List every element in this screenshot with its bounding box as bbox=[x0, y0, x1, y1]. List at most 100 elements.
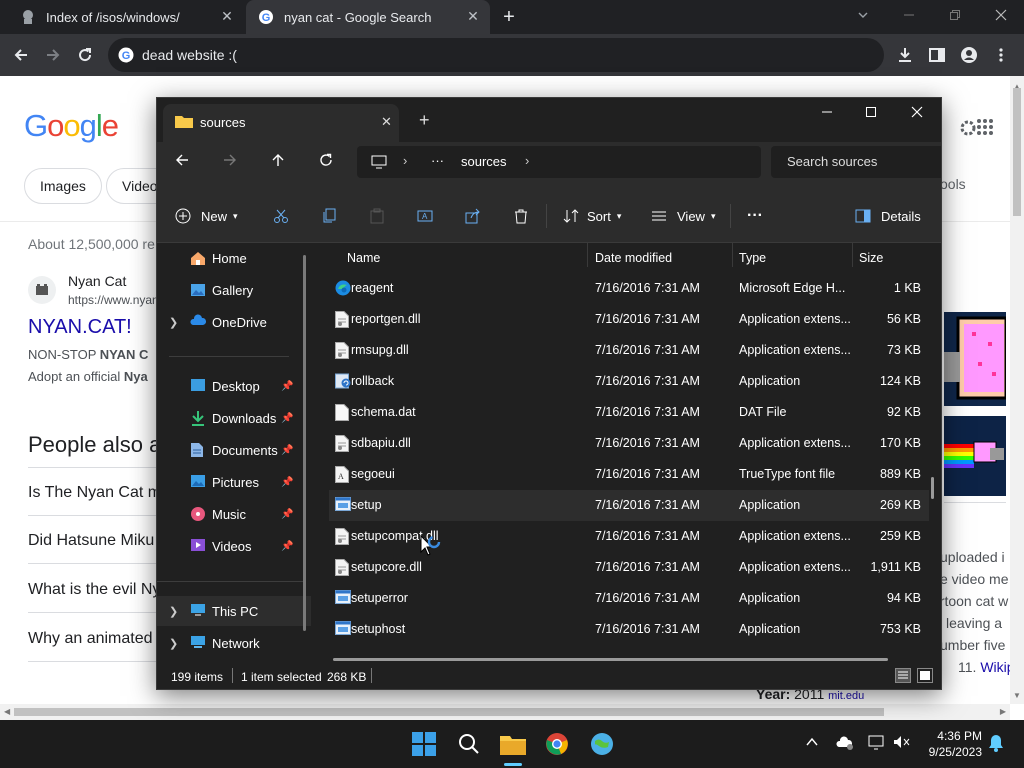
nav-gallery[interactable]: Gallery bbox=[157, 275, 311, 305]
search-input[interactable]: Search sources bbox=[771, 146, 941, 178]
result-url[interactable]: https://www.nyan bbox=[68, 293, 159, 307]
paa-question[interactable]: Did Hatsune Miku bbox=[28, 532, 154, 550]
restore-icon[interactable] bbox=[944, 4, 966, 26]
forward-arrow-icon[interactable] bbox=[223, 153, 237, 167]
nav-desktop[interactable]: Desktop 📌 bbox=[157, 371, 311, 401]
tab-index-of-isos[interactable]: Index of /isos/windows/ ✕ bbox=[8, 0, 244, 34]
minimize-icon[interactable] bbox=[821, 106, 833, 118]
column-header-size[interactable]: Size bbox=[859, 251, 883, 265]
chip-images[interactable]: Images bbox=[24, 168, 102, 204]
nav-videos[interactable]: Videos 📌 bbox=[157, 531, 311, 561]
start-windows-icon[interactable] bbox=[412, 732, 436, 756]
file-row[interactable]: rollback 7/16/2016 7:31 AM Application 124 … bbox=[329, 366, 929, 397]
year-source-link[interactable]: mit.edu bbox=[828, 690, 864, 702]
new-button[interactable]: New ▾ bbox=[175, 202, 238, 230]
close-window-icon[interactable] bbox=[990, 4, 1012, 26]
pin-icon[interactable]: 📌 bbox=[281, 413, 293, 424]
new-tab-icon[interactable]: + bbox=[419, 110, 430, 131]
file-row[interactable]: setuperror 7/16/2016 7:31 AM Application 94… bbox=[329, 583, 929, 614]
this-pc-icon[interactable] bbox=[371, 155, 387, 169]
file-row[interactable]: reagent 7/16/2016 7:31 AM Microsoft Edge H… bbox=[329, 273, 929, 304]
details-view-icon[interactable] bbox=[895, 668, 911, 683]
pin-icon[interactable]: 📌 bbox=[281, 381, 293, 392]
file-row[interactable]: rmsupg.dll 7/16/2016 7:31 AM Application e… bbox=[329, 335, 929, 366]
notification-bell-icon[interactable] bbox=[988, 734, 1004, 752]
expand-chevron-icon[interactable]: ❯ bbox=[169, 605, 178, 618]
file-row[interactable]: setup 7/16/2016 7:31 AM Application 269 KB bbox=[329, 490, 929, 521]
cut-icon[interactable] bbox=[267, 202, 295, 230]
onedrive-tray-icon[interactable] bbox=[836, 734, 854, 750]
profile-icon[interactable] bbox=[958, 44, 980, 66]
breadcrumb-ellipsis[interactable]: ··· bbox=[431, 153, 444, 168]
scrollbar-thumb[interactable] bbox=[1013, 88, 1021, 216]
more-options-button[interactable]: ··· bbox=[747, 202, 763, 230]
nav-this-pc[interactable]: ❯ This PC bbox=[157, 596, 311, 626]
side-panel-icon[interactable] bbox=[926, 44, 948, 66]
nyan-cat-thumbnail[interactable] bbox=[944, 416, 1006, 496]
copy-icon[interactable] bbox=[315, 202, 343, 230]
minimize-icon[interactable] bbox=[898, 4, 920, 26]
file-row[interactable]: setuphost 7/16/2016 7:31 AM Application 753… bbox=[329, 614, 929, 645]
column-header-name[interactable]: Name bbox=[347, 251, 380, 265]
file-row[interactable]: sdbapiu.dll 7/16/2016 7:31 AM Application … bbox=[329, 428, 929, 459]
details-pane-button[interactable]: Details bbox=[855, 202, 921, 230]
tiles-view-icon[interactable] bbox=[917, 668, 933, 683]
paa-question[interactable]: Is The Nyan Cat m bbox=[28, 484, 161, 502]
close-window-icon[interactable] bbox=[911, 106, 923, 118]
column-separator[interactable] bbox=[852, 243, 853, 267]
pin-icon[interactable]: 📌 bbox=[281, 541, 293, 552]
file-list-scrollbar-thumb[interactable] bbox=[931, 477, 934, 499]
sort-button[interactable]: Sort ▾ bbox=[563, 202, 621, 230]
up-arrow-icon[interactable] bbox=[271, 153, 285, 167]
search-icon[interactable] bbox=[457, 732, 481, 756]
delete-icon[interactable] bbox=[507, 202, 535, 230]
nav-downloads[interactable]: Downloads 📌 bbox=[157, 403, 311, 433]
tab-search-chevron-icon[interactable] bbox=[852, 4, 874, 26]
nyan-cat-image[interactable] bbox=[944, 312, 1006, 406]
breadcrumb-current[interactable]: sources bbox=[461, 154, 507, 169]
reload-icon[interactable] bbox=[74, 44, 96, 66]
pin-icon[interactable]: 📌 bbox=[281, 509, 293, 520]
file-row[interactable]: setupcore.dll 7/16/2016 7:31 AM Applicatio… bbox=[329, 552, 929, 583]
new-tab-icon[interactable]: + bbox=[498, 6, 520, 28]
nav-documents[interactable]: Documents 📌 bbox=[157, 435, 311, 465]
download-icon[interactable] bbox=[894, 44, 916, 66]
column-separator[interactable] bbox=[587, 243, 588, 267]
chrome-taskbar-icon[interactable] bbox=[545, 732, 569, 756]
file-row[interactable]: Asegoeui 7/16/2016 7:31 AM TrueType font f… bbox=[329, 459, 929, 490]
tab-nyan-cat-search[interactable]: G nyan cat - Google Search ✕ bbox=[246, 0, 490, 34]
back-icon[interactable] bbox=[10, 44, 32, 66]
file-row[interactable]: setupcompat.dll 7/16/2016 7:31 AM Applicat… bbox=[329, 521, 929, 552]
chip-tools-fragment[interactable]: ools bbox=[940, 176, 966, 192]
google-logo[interactable]: Google bbox=[24, 108, 119, 144]
result-title-link[interactable]: NYAN.CAT! bbox=[28, 316, 132, 339]
file-list-hscrollbar-thumb[interactable] bbox=[333, 658, 888, 661]
explorer-tab-sources[interactable]: sources ✕ bbox=[163, 104, 399, 142]
address-bar[interactable]: G dead website :( bbox=[108, 38, 884, 72]
volume-muted-tray-icon[interactable] bbox=[893, 734, 911, 750]
back-arrow-icon[interactable] bbox=[175, 153, 189, 167]
column-header-type[interactable]: Type bbox=[739, 251, 766, 265]
menu-kebab-icon[interactable] bbox=[990, 44, 1012, 66]
paste-icon[interactable] bbox=[363, 202, 391, 230]
nav-pictures[interactable]: Pictures 📌 bbox=[157, 467, 311, 497]
page-horizontal-scrollbar[interactable]: ◀ ▶ bbox=[0, 704, 1010, 720]
tray-overflow-chevron-icon[interactable] bbox=[806, 736, 818, 748]
breadcrumb-bar[interactable]: › ··· sources › bbox=[357, 146, 761, 178]
column-header-date[interactable]: Date modified bbox=[595, 251, 672, 265]
forward-icon[interactable] bbox=[42, 44, 64, 66]
tab-close-icon[interactable]: ✕ bbox=[466, 9, 480, 23]
network-tray-icon[interactable] bbox=[868, 734, 886, 750]
nav-home[interactable]: Home bbox=[157, 243, 311, 273]
pin-icon[interactable]: 📌 bbox=[281, 445, 293, 456]
paa-question[interactable]: What is the evil Ny bbox=[28, 581, 160, 599]
file-explorer-taskbar-icon[interactable] bbox=[500, 733, 526, 755]
tab-close-icon[interactable]: ✕ bbox=[220, 9, 234, 23]
page-vertical-scrollbar[interactable]: ▲ ▼ bbox=[1010, 76, 1024, 704]
clock[interactable]: 4:36 PM 9/25/2023 bbox=[924, 728, 982, 760]
nav-scrollbar-thumb[interactable] bbox=[303, 255, 306, 631]
rename-icon[interactable]: A bbox=[411, 202, 439, 230]
pin-icon[interactable]: 📌 bbox=[281, 477, 293, 488]
file-row[interactable]: reportgen.dll 7/16/2016 7:31 AM Applicatio… bbox=[329, 304, 929, 335]
paa-question[interactable]: Why an animated bbox=[28, 630, 153, 648]
